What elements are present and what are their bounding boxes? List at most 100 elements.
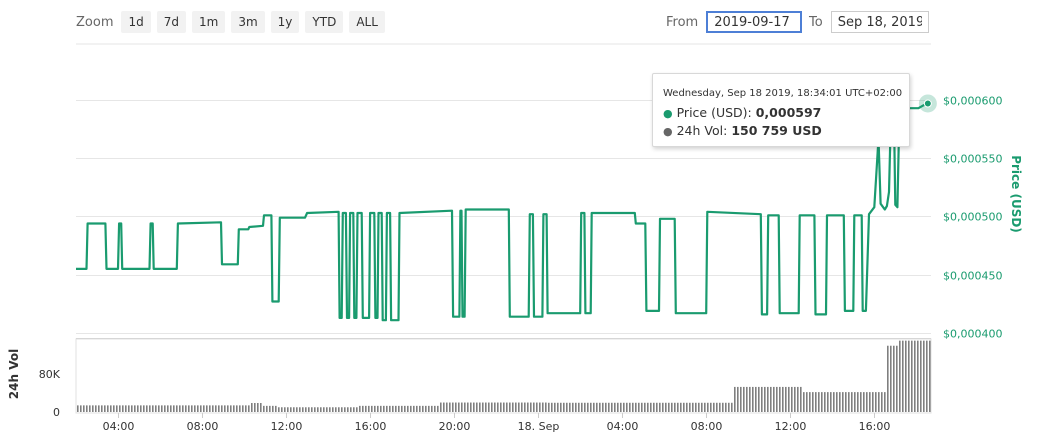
volume-bar [800, 386, 802, 412]
volume-bar [641, 402, 643, 412]
volume-bar [116, 405, 118, 412]
volume-bar [791, 386, 793, 412]
volume-bar [581, 402, 583, 412]
volume-bar [398, 405, 400, 412]
volume-bar [533, 402, 535, 412]
volume-bar [380, 405, 382, 412]
volume-frame [75, 338, 932, 414]
volume-bar [197, 405, 199, 412]
volume-bar [392, 405, 394, 412]
volume-bar [692, 402, 694, 412]
volume-bar [680, 402, 682, 412]
price-volume-chart[interactable]: $0,000400 $0,000450 $0,000500 $0,000550 $0,0… [0, 0, 1049, 438]
volume-bar [170, 405, 172, 412]
volume-bar [311, 407, 313, 412]
volume-bar [353, 407, 355, 412]
volume-bar [467, 402, 469, 412]
volume-bar [188, 405, 190, 412]
volume-bar [638, 402, 640, 412]
volume-bar [752, 386, 754, 412]
volume-bar [233, 405, 235, 412]
volume-bar [293, 407, 295, 412]
volume-bar [827, 392, 829, 412]
volume-bar [653, 402, 655, 412]
volume-bar [215, 405, 217, 412]
volume-bar [167, 405, 169, 412]
volume-bar [584, 402, 586, 412]
volume-bar [902, 340, 904, 412]
volume-bar [239, 405, 241, 412]
x-tick-label: 16:00 [859, 420, 891, 433]
volume-bar [86, 405, 88, 412]
volume-bar [179, 405, 181, 412]
volume-bar [374, 405, 376, 412]
volume-bar [128, 405, 130, 412]
volume-bar [107, 405, 109, 412]
volume-axis-title: 24h Vol [7, 349, 21, 399]
volume-bar [371, 405, 373, 412]
volume-bar [143, 405, 145, 412]
volume-bar [845, 392, 847, 412]
volume-bar [731, 402, 733, 412]
volume-bar [761, 386, 763, 412]
volume-bar [863, 392, 865, 412]
volume-bar [836, 392, 838, 412]
volume-bar [254, 403, 256, 412]
volume-bar [395, 405, 397, 412]
volume-bar [461, 402, 463, 412]
volume-bar [656, 402, 658, 412]
x-tick-label: 08:00 [691, 420, 723, 433]
volume-bar [389, 405, 391, 412]
volume-bar [599, 402, 601, 412]
volume-bar [899, 340, 901, 412]
volume-bar [482, 402, 484, 412]
volume-bar [494, 402, 496, 412]
volume-bar [257, 403, 259, 412]
volume-bar [917, 340, 919, 412]
volume-bar [341, 407, 343, 412]
volume-bar [518, 402, 520, 412]
volume-bar [611, 402, 613, 412]
volume-bar [545, 402, 547, 412]
volume-bar [488, 402, 490, 412]
volume-bar [314, 407, 316, 412]
volume-bar [416, 405, 418, 412]
volume-bar [896, 345, 898, 412]
volume-bar [77, 405, 79, 412]
volume-bar [773, 386, 775, 412]
price-axis-title: Price (USD) [1009, 155, 1023, 233]
volume-bar [503, 402, 505, 412]
volume-bar [728, 402, 730, 412]
volume-bar [737, 386, 739, 412]
price-marker [923, 99, 932, 108]
volume-bar [386, 405, 388, 412]
volume-bar [365, 405, 367, 412]
volume-bar [320, 407, 322, 412]
volume-bar [173, 405, 175, 412]
volume-bar [119, 405, 121, 412]
volume-bar [305, 407, 307, 412]
x-tick-label: 12:00 [271, 420, 303, 433]
volume-bar [191, 405, 193, 412]
volume-bar [626, 402, 628, 412]
volume-bar [344, 407, 346, 412]
volume-bar [146, 405, 148, 412]
price-tick-label: $0,000400 [943, 328, 1003, 341]
volume-bar [224, 405, 226, 412]
volume-bar [635, 402, 637, 412]
volume-bar [458, 402, 460, 412]
volume-bar [803, 392, 805, 412]
x-axis: 04:00 08:00 12:00 16:00 20:00 18. Sep 04:00 08:… [103, 413, 891, 433]
volume-bar [446, 402, 448, 412]
volume-bar [860, 392, 862, 412]
volume-bar [851, 392, 853, 412]
volume-bar [929, 340, 931, 412]
volume-bar [671, 402, 673, 412]
volume-bar [182, 405, 184, 412]
volume-bar [710, 402, 712, 412]
volume-bar [434, 405, 436, 412]
volume-bar [779, 386, 781, 412]
volume-bar [674, 402, 676, 412]
volume-bar [764, 386, 766, 412]
volume-bar [440, 402, 442, 412]
